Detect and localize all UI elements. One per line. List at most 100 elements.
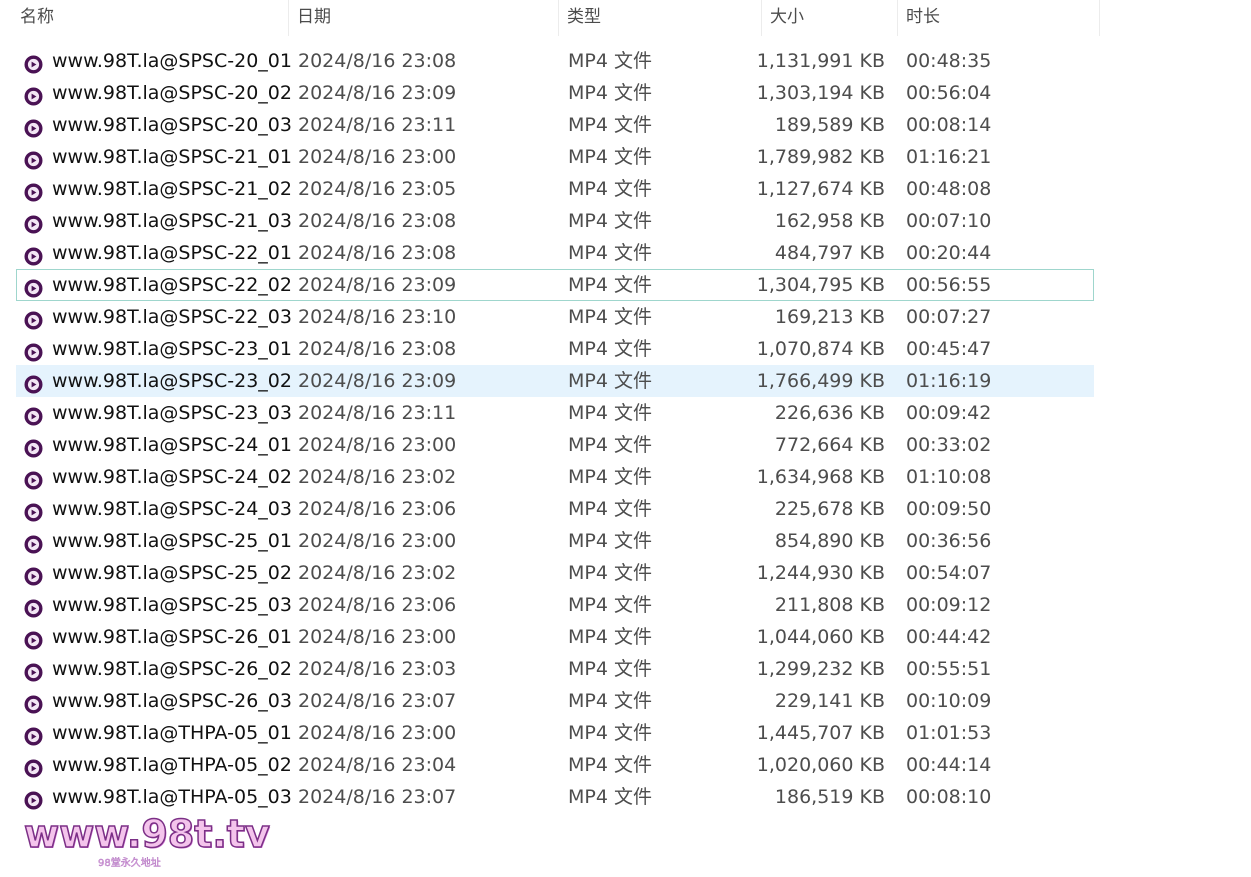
file-duration: 00:56:55 <box>906 274 992 296</box>
file-name: www.98T.la@SPSC-26_03 <box>52 690 292 712</box>
file-name: www.98T.la@SPSC-21_01 <box>52 146 292 168</box>
file-date: 2024/8/16 23:04 <box>298 754 457 776</box>
file-name: www.98T.la@THPA-05_02 <box>52 754 292 776</box>
file-duration: 00:45:47 <box>906 338 992 360</box>
file-row[interactable]: www.98T.la@THPA-05_02 2024/8/16 23:04 MP4 … <box>16 749 1094 781</box>
file-row[interactable]: www.98T.la@SPSC-23_01 2024/8/16 23:08 MP4 … <box>16 333 1094 365</box>
file-date: 2024/8/16 23:10 <box>298 306 457 328</box>
column-header-name[interactable]: 名称 <box>12 0 289 36</box>
file-type: MP4 文件 <box>568 786 652 808</box>
file-row[interactable]: www.98T.la@SPSC-26_02 2024/8/16 23:03 MP4 … <box>16 653 1094 685</box>
file-row[interactable]: www.98T.la@SPSC-20_03 2024/8/16 23:11 MP4 … <box>16 109 1094 141</box>
column-header-date[interactable]: 日期 <box>289 0 559 36</box>
watermark-subtext: 98堂永久地址 <box>98 858 161 869</box>
file-row[interactable]: www.98T.la@SPSC-22_02 2024/8/16 23:09 MP4 … <box>16 269 1094 301</box>
file-row[interactable]: www.98T.la@SPSC-25_03 2024/8/16 23:06 MP4 … <box>16 589 1094 621</box>
file-size: 1,131,991 KB <box>756 50 885 72</box>
file-row[interactable]: www.98T.la@SPSC-21_01 2024/8/16 23:00 MP4 … <box>16 141 1094 173</box>
file-date: 2024/8/16 23:09 <box>298 274 457 296</box>
file-type: MP4 文件 <box>568 434 652 456</box>
file-row[interactable]: www.98T.la@SPSC-26_01 2024/8/16 23:00 MP4 … <box>16 621 1094 653</box>
file-type: MP4 文件 <box>568 690 652 712</box>
file-size: 186,519 KB <box>774 786 885 808</box>
file-size: 1,303,194 KB <box>756 82 885 104</box>
file-size: 189,589 KB <box>774 114 885 136</box>
file-size: 854,890 KB <box>774 530 885 552</box>
file-date: 2024/8/16 23:08 <box>298 210 457 232</box>
file-row[interactable]: www.98T.la@SPSC-24_02 2024/8/16 23:02 MP4 … <box>16 461 1094 493</box>
file-type: MP4 文件 <box>568 658 652 680</box>
file-duration: 01:16:19 <box>906 370 992 392</box>
file-date: 2024/8/16 23:00 <box>298 530 457 552</box>
file-duration: 00:08:10 <box>906 786 992 808</box>
file-name: www.98T.la@THPA-05_03 <box>52 786 292 808</box>
file-duration: 00:08:14 <box>906 114 992 136</box>
file-row[interactable]: www.98T.la@SPSC-21_03 2024/8/16 23:08 MP4 … <box>16 205 1094 237</box>
file-type: MP4 文件 <box>568 626 652 648</box>
file-row[interactable]: www.98T.la@SPSC-25_01 2024/8/16 23:00 MP4 … <box>16 525 1094 557</box>
file-size: 1,634,968 KB <box>756 466 885 488</box>
column-header-duration[interactable]: 时长 <box>898 0 1100 36</box>
file-date: 2024/8/16 23:05 <box>298 178 457 200</box>
file-name: www.98T.la@SPSC-23_03 <box>52 402 292 424</box>
file-duration: 00:07:27 <box>906 306 992 328</box>
file-date: 2024/8/16 23:00 <box>298 722 457 744</box>
file-type: MP4 文件 <box>568 594 652 616</box>
file-name: www.98T.la@SPSC-20_02 <box>52 82 292 104</box>
file-date: 2024/8/16 23:03 <box>298 658 457 680</box>
file-date: 2024/8/16 23:00 <box>298 146 457 168</box>
file-row[interactable]: www.98T.la@THPA-05_03 2024/8/16 23:07 MP4 … <box>16 781 1094 813</box>
column-header-duration-label: 时长 <box>906 7 940 27</box>
file-row[interactable]: www.98T.la@SPSC-24_03 2024/8/16 23:06 MP4 … <box>16 493 1094 525</box>
file-type: MP4 文件 <box>568 50 652 72</box>
file-row[interactable]: www.98T.la@SPSC-25_02 2024/8/16 23:02 MP4 … <box>16 557 1094 589</box>
file-duration: 00:55:51 <box>906 658 992 680</box>
file-size: 1,244,930 KB <box>756 562 885 584</box>
file-row[interactable]: www.98T.la@SPSC-23_02 2024/8/16 23:09 MP4 … <box>16 365 1094 397</box>
media-file-icon <box>24 148 43 170</box>
file-size: 225,678 KB <box>774 498 885 520</box>
file-size: 772,664 KB <box>774 434 885 456</box>
media-file-icon <box>24 532 43 554</box>
column-header-size[interactable]: 大小 <box>762 0 898 36</box>
file-duration: 00:07:10 <box>906 210 992 232</box>
column-header-type[interactable]: 类型 <box>559 0 762 36</box>
media-file-icon <box>24 404 43 426</box>
media-file-icon <box>24 180 43 202</box>
file-type: MP4 文件 <box>568 274 652 296</box>
file-type: MP4 文件 <box>568 498 652 520</box>
file-date: 2024/8/16 23:07 <box>298 690 457 712</box>
file-type: MP4 文件 <box>568 146 652 168</box>
file-size: 169,213 KB <box>774 306 885 328</box>
file-name: www.98T.la@THPA-05_01 <box>52 722 292 744</box>
file-row[interactable]: www.98T.la@SPSC-22_01 2024/8/16 23:08 MP4 … <box>16 237 1094 269</box>
file-name: www.98T.la@SPSC-24_02 <box>52 466 292 488</box>
file-name: www.98T.la@SPSC-23_02 <box>52 370 292 392</box>
file-type: MP4 文件 <box>568 466 652 488</box>
media-file-icon <box>24 308 43 330</box>
file-row[interactable]: www.98T.la@SPSC-26_03 2024/8/16 23:07 MP4 … <box>16 685 1094 717</box>
media-file-icon <box>24 660 43 682</box>
file-size: 1,020,060 KB <box>756 754 885 776</box>
file-row[interactable]: www.98T.la@SPSC-23_03 2024/8/16 23:11 MP4 … <box>16 397 1094 429</box>
column-header-bar: ^ 名称 日期 类型 大小 时长 <box>0 0 1100 36</box>
media-file-icon <box>24 500 43 522</box>
file-row[interactable]: www.98T.la@SPSC-24_01 2024/8/16 23:00 MP4 … <box>16 429 1094 461</box>
file-duration: 00:48:35 <box>906 50 992 72</box>
file-row[interactable]: www.98T.la@SPSC-20_02 2024/8/16 23:09 MP4 … <box>16 77 1094 109</box>
media-file-icon <box>24 564 43 586</box>
file-duration: 00:56:04 <box>906 82 992 104</box>
file-row[interactable]: www.98T.la@SPSC-22_03 2024/8/16 23:10 MP4 … <box>16 301 1094 333</box>
media-file-icon <box>24 212 43 234</box>
file-type: MP4 文件 <box>568 530 652 552</box>
media-file-icon <box>24 756 43 778</box>
file-name: www.98T.la@SPSC-21_02 <box>52 178 292 200</box>
media-file-icon <box>24 436 43 458</box>
file-duration: 00:10:09 <box>906 690 992 712</box>
file-row[interactable]: www.98T.la@THPA-05_01 2024/8/16 23:00 MP4 … <box>16 717 1094 749</box>
file-size: 162,958 KB <box>774 210 885 232</box>
file-row[interactable]: www.98T.la@SPSC-21_02 2024/8/16 23:05 MP4 … <box>16 173 1094 205</box>
file-row[interactable]: www.98T.la@SPSC-20_01 2024/8/16 23:08 MP4 … <box>16 45 1094 77</box>
file-name: www.98T.la@SPSC-25_02 <box>52 562 292 584</box>
file-size: 1,070,874 KB <box>756 338 885 360</box>
